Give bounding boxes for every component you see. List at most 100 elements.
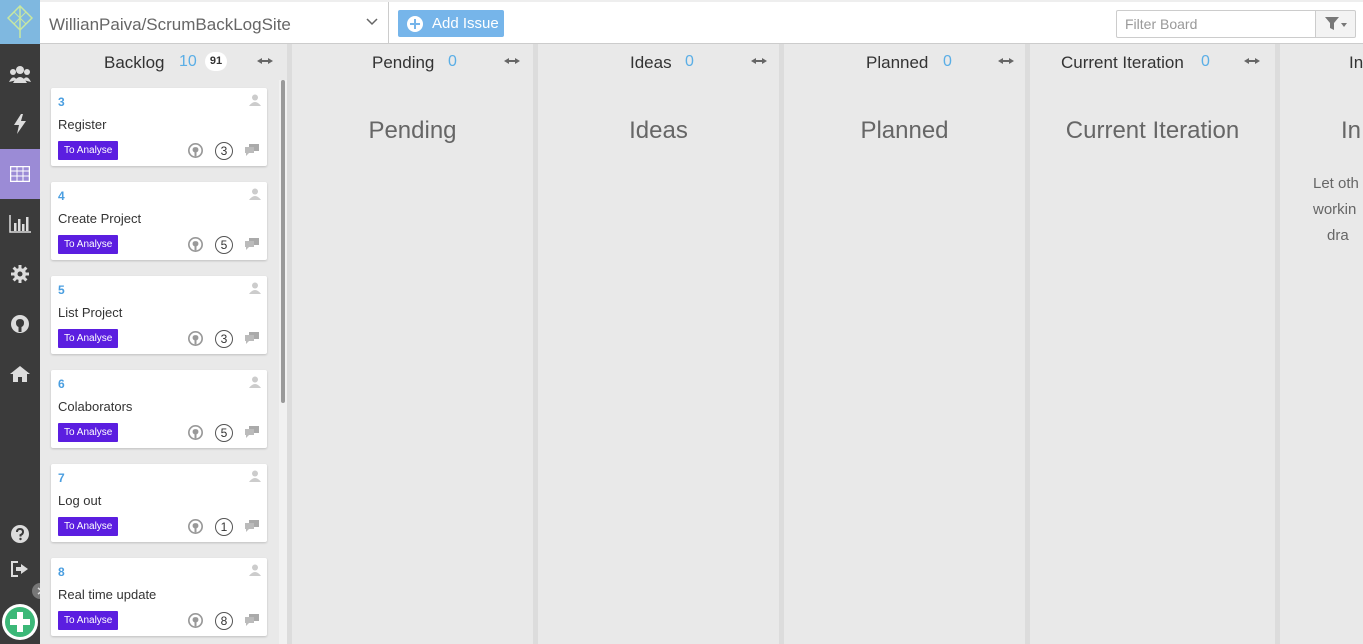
- column-header: In: [1280, 44, 1363, 80]
- story-points: 8: [215, 612, 233, 630]
- logo-icon: [7, 5, 33, 38]
- issue-number[interactable]: 5: [58, 283, 65, 297]
- collapse-column-icon[interactable]: [751, 57, 767, 65]
- comments-icon[interactable]: [245, 144, 259, 156]
- column-header: Planned 0: [784, 44, 1025, 80]
- help-icon: [11, 525, 29, 543]
- sidebar-item-activity[interactable]: [0, 99, 40, 149]
- column-header: Current Iteration 0: [1030, 44, 1275, 80]
- issue-label: To Analyse: [58, 423, 119, 442]
- column-header: Ideas 0: [538, 44, 779, 80]
- column-title: In: [1349, 53, 1363, 72]
- issue-title: Create Project: [58, 211, 142, 226]
- collapse-column-icon[interactable]: [504, 57, 520, 65]
- chart-icon: [9, 215, 31, 233]
- collapse-column-icon[interactable]: [1244, 57, 1260, 65]
- issue-card[interactable]: 5 List Project To Analyse 3: [51, 276, 267, 354]
- left-rail: [0, 0, 48, 644]
- sidebar-item-settings[interactable]: [0, 249, 40, 299]
- assignee-icon[interactable]: [249, 564, 261, 576]
- column-count: 10: [179, 53, 197, 70]
- collapse-column-icon[interactable]: [998, 57, 1014, 65]
- empty-column-label: Current Iteration: [1065, 117, 1240, 144]
- gear-icon: [11, 265, 29, 283]
- column-title: Pending: [372, 53, 435, 72]
- github-icon[interactable]: [188, 425, 203, 440]
- issue-card[interactable]: 4 Create Project To Analyse 5: [51, 182, 267, 260]
- comments-icon[interactable]: [245, 614, 259, 626]
- home-icon: [10, 366, 30, 382]
- comments-icon[interactable]: [245, 520, 259, 532]
- team-icon: [9, 66, 31, 83]
- collapse-column-icon[interactable]: [257, 57, 273, 65]
- assignee-icon[interactable]: [249, 376, 261, 388]
- column-count: 0: [448, 53, 457, 70]
- github-icon[interactable]: [188, 331, 203, 346]
- issue-card[interactable]: 7 Log out To Analyse 1: [51, 464, 267, 542]
- repo-selector[interactable]: WillianPaiva/ScrumBackLogSite: [40, 2, 389, 44]
- github-icon[interactable]: [188, 143, 203, 158]
- sidebar-item-home[interactable]: [0, 349, 40, 399]
- issue-number[interactable]: 8: [58, 565, 65, 579]
- issue-number[interactable]: 7: [58, 471, 65, 485]
- column-note: Let oth workin dra: [1313, 171, 1359, 249]
- quick-add-button[interactable]: [2, 604, 38, 640]
- column-header: Backlog 10 91: [40, 44, 287, 80]
- column-title: Planned: [866, 53, 929, 72]
- lightning-icon: [14, 114, 26, 134]
- app-logo[interactable]: [0, 0, 40, 44]
- assignee-icon[interactable]: [249, 94, 261, 106]
- column-header: Pending 0: [292, 44, 533, 80]
- issue-number[interactable]: 4: [58, 189, 65, 203]
- issue-card[interactable]: 3 Register To Analyse 3: [51, 88, 267, 166]
- issue-title: Real time update: [58, 587, 157, 602]
- sidebar-item-reports[interactable]: [0, 199, 40, 249]
- board-grid-icon: [10, 166, 30, 182]
- issue-title: List Project: [58, 305, 123, 320]
- issue-label: To Analyse: [58, 517, 119, 536]
- github-icon[interactable]: [188, 613, 203, 628]
- sidebar-item-team[interactable]: [0, 49, 40, 99]
- column-pending: Pending 0 Pending: [292, 44, 533, 644]
- issue-card[interactable]: 8 Real time update To Analyse 8: [51, 558, 267, 636]
- github-icon[interactable]: [188, 519, 203, 534]
- github-icon[interactable]: [188, 237, 203, 252]
- issue-number[interactable]: 6: [58, 377, 65, 391]
- column-count: 0: [943, 53, 952, 70]
- plus-icon: [5, 607, 35, 637]
- logout-icon: [11, 561, 28, 577]
- column-count: 0: [1201, 53, 1210, 70]
- column-title: Backlog: [104, 53, 165, 72]
- column-backlog: Backlog 10 91 3 Register To Analyse 3 4 …: [40, 44, 287, 644]
- top-bar: WillianPaiva/ScrumBackLogSite Add Issue …: [40, 0, 1363, 44]
- assignee-icon[interactable]: [249, 470, 261, 482]
- issue-title: Log out: [58, 493, 102, 508]
- column-current-iteration: Current Iteration 0 Current Iteration: [1030, 44, 1275, 644]
- comments-icon[interactable]: [245, 426, 259, 438]
- add-issue-button[interactable]: Add Issue: [398, 10, 504, 37]
- column-note-line: Let oth: [1313, 175, 1359, 192]
- issue-label: To Analyse: [58, 329, 119, 348]
- filter-button[interactable]: [1315, 10, 1356, 38]
- assignee-icon[interactable]: [249, 282, 261, 294]
- board: Backlog 10 91 3 Register To Analyse 3 4 …: [40, 44, 1363, 644]
- github-icon: [11, 315, 29, 333]
- story-points: 3: [215, 330, 233, 348]
- story-points: 5: [215, 424, 233, 442]
- issue-card[interactable]: 6 Colaborators To Analyse 5: [51, 370, 267, 448]
- comments-icon[interactable]: [245, 332, 259, 344]
- add-circle-icon: [407, 15, 423, 32]
- story-points: 5: [215, 236, 233, 254]
- empty-column-label: Pending: [368, 117, 457, 144]
- issue-label: To Analyse: [58, 141, 119, 160]
- filter-board-input[interactable]: Filter Board: [1116, 10, 1316, 38]
- issue-number[interactable]: 3: [58, 95, 65, 109]
- column-note-line: dra: [1327, 227, 1349, 244]
- assignee-icon[interactable]: [249, 188, 261, 200]
- filter-icon: [1324, 17, 1347, 30]
- comments-icon[interactable]: [245, 238, 259, 250]
- sidebar-item-github[interactable]: [0, 299, 40, 349]
- column-scrollbar[interactable]: [281, 80, 285, 403]
- repo-name: WillianPaiva/ScrumBackLogSite: [49, 15, 291, 34]
- sidebar-item-board[interactable]: [0, 149, 40, 199]
